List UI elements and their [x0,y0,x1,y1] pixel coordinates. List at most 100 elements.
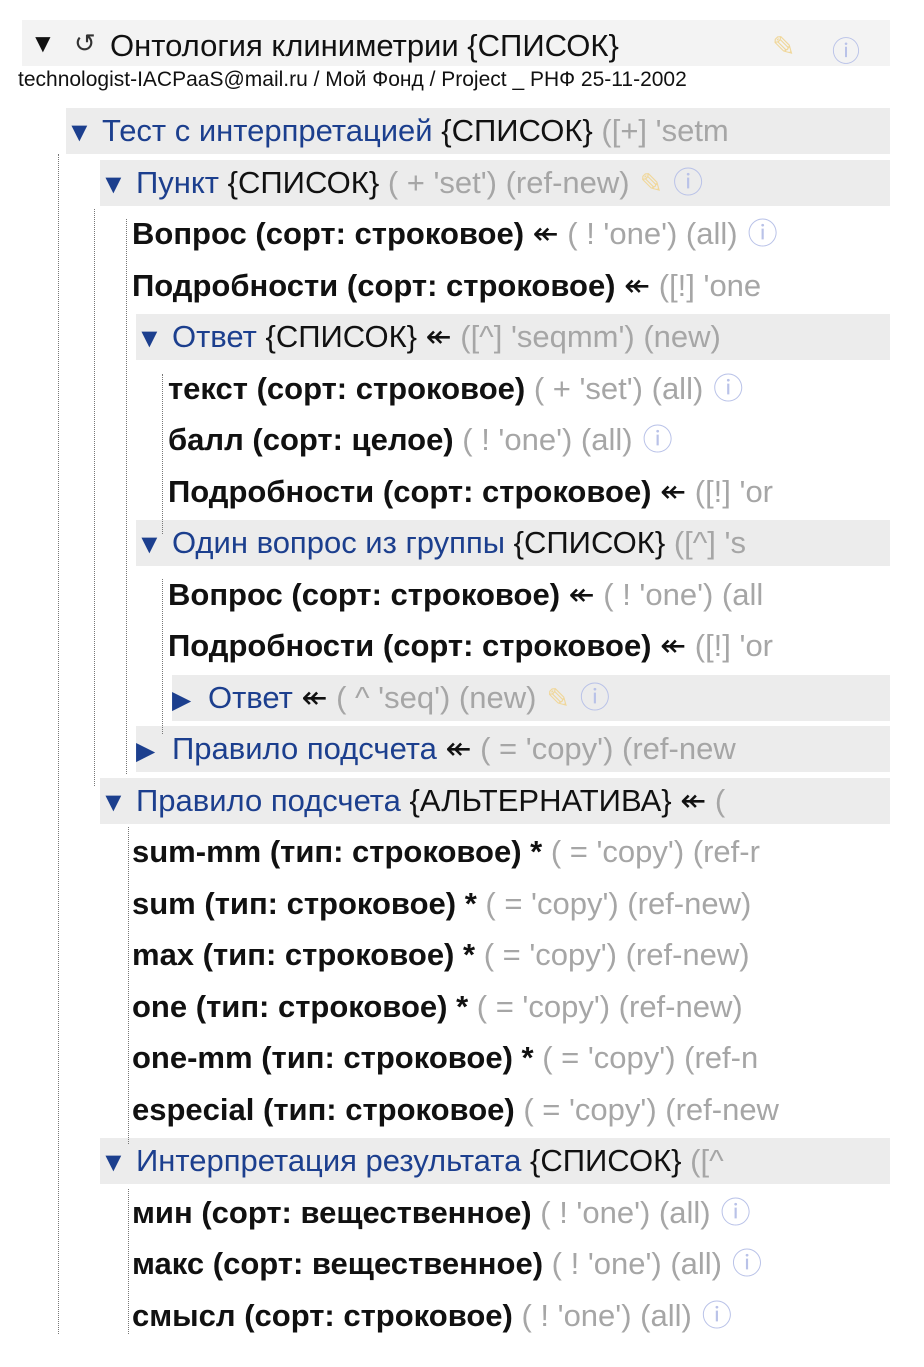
node-meta: ([!] 'or [694,628,774,663]
tree-leaf[interactable]: Вопрос (сорт: строковое) ↞ ( ! 'one') (a… [168,572,890,618]
node-name[interactable]: Ответ [172,319,257,354]
tree-guide-line [128,1189,129,1334]
tree-leaf[interactable]: sum (тип: строковое) * ( = 'copy') (ref-… [132,881,890,927]
reference-arrow-icon: ↞ [568,576,595,612]
node-name[interactable]: Один вопрос из группы [172,525,505,560]
reference-arrow-icon: ↞ [532,216,559,251]
leaf-name[interactable]: Подробности [168,628,374,663]
tree-node[interactable]: ▶ Ответ ↞ ( ^ 'seq') (new) ✎ ⓘ [172,674,890,723]
leaf-name[interactable]: Подробности [132,268,338,303]
node-type: (сорт: вещественное) [212,1246,544,1281]
tree-leaf[interactable]: Подробности (сорт: строковое) ↞ ([!] 'or [168,623,890,669]
tree-node[interactable]: ▶ Правило подсчета ↞ ( = 'copy') (ref-new [136,726,890,772]
leaf-name[interactable]: макс [132,1246,204,1281]
pencil-icon[interactable]: ✎ [546,683,569,714]
info-icon[interactable]: ⓘ [580,682,610,715]
reference-arrow-icon: ↞ [301,679,328,715]
node-name[interactable]: Пункт [136,165,219,200]
tree-leaf[interactable]: смысл (сорт: строковое) ( ! 'one') (all)… [132,1293,890,1335]
info-icon[interactable]: ⓘ [748,218,778,251]
node-name[interactable]: Правило подсчета [136,783,401,818]
node-meta: ([^ [690,1143,724,1178]
tree-leaf[interactable]: sum-mm (тип: строковое) * ( = 'copy') (r… [132,829,890,875]
expand-triangle-icon[interactable]: ▼ [100,779,136,825]
tree-leaf[interactable]: макс (сорт: вещественное) ( ! 'one') (al… [132,1241,890,1287]
reload-icon[interactable]: ↺ [74,28,96,59]
tree-leaf[interactable]: one (тип: строковое) * ( = 'copy') (ref-… [132,984,890,1030]
node-type: (тип: строковое) * [195,988,469,1024]
info-icon[interactable]: ⓘ [721,1197,751,1230]
tree-leaf[interactable]: мин (сорт: вещественное) ( ! 'one') (all… [132,1190,890,1236]
pencil-icon[interactable]: ✎ [772,30,795,63]
tree-leaf[interactable]: Вопрос (сорт: строковое) ↞ ( ! 'one') (a… [132,211,890,257]
tree-node[interactable]: ▼ Пункт {СПИСОК} ( + 'set') (ref-new) ✎ ⓘ [100,159,890,207]
info-icon[interactable]: ⓘ [713,373,743,406]
leaf-name[interactable]: Вопрос [132,216,247,251]
tree-node[interactable]: ▼ Тест с интерпретацией {СПИСОК} ([+] 'se… [66,108,890,154]
tree-node[interactable]: ▼ Один вопрос из группы {СПИСОК} ([^] 's [136,520,890,566]
node-meta: ( ! 'one') (all) [540,1194,711,1230]
node-name[interactable]: Интерпретация результата [136,1143,521,1178]
tree-root-header[interactable]: ▼ ↺ Онтология клиниметрии {СПИСОК} ✎ ⓘ [22,20,890,67]
leaf-name[interactable]: текст [168,371,248,406]
leaf-name[interactable]: max [132,937,194,972]
info-icon[interactable]: ⓘ [643,424,673,457]
info-icon[interactable]: ⓘ [732,1248,762,1281]
node-type: (сорт: целое) [252,422,454,457]
leaf-name[interactable]: балл [168,422,244,457]
expand-triangle-icon[interactable]: ▼ [136,315,172,361]
node-type: {СПИСОК} [265,319,418,354]
info-icon[interactable]: ⓘ [832,30,860,70]
leaf-name[interactable]: sum [132,886,196,921]
root-title[interactable]: Онтология клиниметрии {СПИСОК} [110,28,619,64]
leaf-name[interactable]: Вопрос [168,577,283,612]
reference-arrow-icon: ↞ [445,731,472,766]
node-name[interactable]: Ответ [208,680,293,715]
leaf-name[interactable]: one-mm [132,1040,253,1075]
tree-leaf[interactable]: Подробности (сорт: строковое) ↞ ([!] 'on… [132,263,890,309]
info-icon[interactable]: ⓘ [702,1300,732,1333]
expand-triangle-icon[interactable]: ▼ [136,521,172,567]
tree-guide-line [126,219,127,774]
tree-node[interactable]: ▼ Ответ {СПИСОК} ↞ ([^] 'seqmm') (new) [136,314,890,360]
node-meta: ( = 'copy') (ref-new) [483,937,750,972]
tree-leaf[interactable]: one-mm (тип: строковое) * ( = 'copy') (r… [132,1035,890,1081]
leaf-name[interactable]: Подробности [168,474,374,509]
leaf-name[interactable]: смысл [132,1298,236,1333]
node-name[interactable]: Правило подсчета [172,731,437,766]
expand-triangle-icon[interactable]: ▼ [100,161,136,207]
node-type: {АЛЬТЕРНАТИВА} [409,782,672,818]
node-type: {СПИСОК} [513,525,666,560]
leaf-name[interactable]: especial [132,1092,254,1127]
node-meta: ([!] 'or [694,473,774,509]
node-type: {СПИСОК} [529,1143,682,1178]
tree-node[interactable]: ▼ Интерпретация результата {СПИСОК} ([^ [100,1138,890,1184]
info-icon[interactable]: ⓘ [673,167,703,200]
pencil-icon[interactable]: ✎ [640,168,663,199]
collapsed-triangle-icon[interactable]: ▶ [172,677,208,723]
tree-leaf[interactable]: балл (сорт: целое) ( ! 'one') (all) ⓘ [168,417,890,463]
expand-triangle-icon[interactable]: ▼ [66,109,102,155]
tree-node[interactable]: ▼ Правило подсчета {АЛЬТЕРНАТИВА} ↞ ( [100,777,890,825]
tree-leaf[interactable]: текст (сорт: строковое) ( + 'set') (all)… [168,366,890,412]
collapse-triangle-icon[interactable]: ▼ [30,28,56,59]
node-type: (тип: строковое) * [261,1040,534,1075]
collapsed-triangle-icon[interactable]: ▶ [136,728,172,774]
tree-guide-line [162,374,163,534]
tree-leaf[interactable]: Подробности (сорт: строковое) ↞ ([!] 'or [168,469,890,515]
node-meta: ( = 'copy') (ref-r [550,834,760,869]
node-meta: ( [714,782,726,818]
tree-leaf[interactable]: max (тип: строковое) * ( = 'copy') (ref-… [132,932,890,978]
leaf-name[interactable]: sum-mm [132,834,261,869]
node-type: (сорт: строковое) [382,628,652,663]
node-type: (сорт: строковое) [291,576,561,612]
breadcrumb: technologist-IACPaaS@mail.ru / Мой Фонд … [18,68,687,91]
leaf-name[interactable]: one [132,989,187,1024]
expand-triangle-icon[interactable]: ▼ [100,1139,136,1185]
node-meta: ( ! 'one') (all) [567,216,738,251]
node-type: (тип: строковое) * [202,937,476,972]
leaf-name[interactable]: мин [132,1195,193,1230]
tree-leaf[interactable]: especial (тип: строковое) ( = 'copy') (r… [132,1087,890,1133]
node-name[interactable]: Тест с интерпретацией [102,113,433,148]
node-meta: ( ! 'one') (all [603,576,764,612]
